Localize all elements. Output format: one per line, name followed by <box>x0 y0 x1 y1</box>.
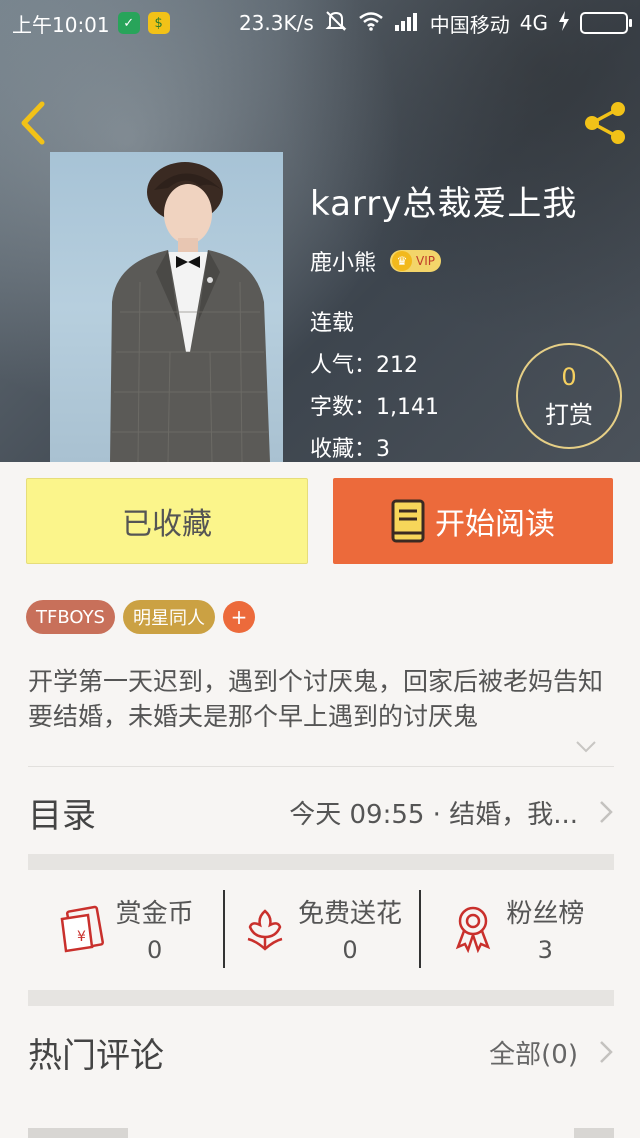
start-reading-button[interactable]: 开始阅读 <box>333 478 613 564</box>
vip-label: VIP <box>416 254 435 268</box>
favorited-button[interactable]: 已收藏 <box>26 478 308 564</box>
toc-title: 目录 <box>28 795 96 836</box>
latest-chapter: 今天 09:55 · 结婚，我... <box>289 799 578 830</box>
stat-coins[interactable]: ¥ 赏金币 0 <box>28 880 223 976</box>
flower-icon <box>247 909 283 951</box>
stat-coins-value: 0 <box>147 935 163 964</box>
favorited-label: 已收藏 <box>122 507 212 542</box>
stat-coins-label: 赏金币 <box>115 898 194 929</box>
stat-flowers[interactable]: 免费送花 0 <box>223 880 418 976</box>
tag-list: TFBOYS 明星同人 + <box>26 600 255 634</box>
chevron-right-icon <box>600 1041 613 1063</box>
medal-icon <box>456 906 491 953</box>
status-bar: 上午10:01 ✓ $ 23.3K/s 中国移动 4G <box>0 0 640 46</box>
serial-status: 连载 <box>310 311 355 336</box>
svg-text:¥: ¥ <box>77 929 86 945</box>
all-comments-link[interactable]: 全部(0) <box>489 1034 578 1071</box>
red-envelope-icon: ¥ <box>60 905 104 953</box>
reward-button[interactable]: 0 打赏 <box>516 343 622 449</box>
chevron-right-icon <box>600 801 613 823</box>
reward-count: 0 <box>561 363 577 391</box>
crown-icon: ♛ <box>392 251 413 271</box>
divider <box>28 766 614 767</box>
reward-label: 打赏 <box>545 401 593 429</box>
start-reading-label: 开始阅读 <box>435 507 555 542</box>
book-header: 上午10:01 ✓ $ 23.3K/s 中国移动 4G karry总裁爱上我 鹿… <box>0 0 640 462</box>
hot-comments-header[interactable]: 热门评论 全部(0) <box>28 1010 614 1094</box>
share-icon[interactable] <box>580 100 630 146</box>
signal-icon <box>394 11 420 36</box>
app-notification-icon: $ <box>147 12 170 34</box>
table-of-contents-row[interactable]: 目录 今天 09:55 · 结婚，我... <box>28 770 614 854</box>
book-title: karry总裁爱上我 <box>310 184 578 224</box>
network-type: 4G <box>519 11 548 35</box>
stats-row: ¥ 赏金币 0 免费送花 0 粉丝榜 3 <box>28 880 614 976</box>
author-name[interactable]: 鹿小熊 <box>310 245 376 277</box>
book-description[interactable]: 开学第一天迟到，遇到个讨厌鬼，回家后被老妈告知要结婚，未婚夫是那个早上遇到的讨厌… <box>28 664 614 734</box>
charging-icon <box>558 10 570 36</box>
carrier-name: 中国移动 <box>429 12 510 37</box>
mute-icon <box>324 10 348 37</box>
cover-illustration <box>110 162 270 462</box>
section-separator <box>28 990 614 1006</box>
stat-fans[interactable]: 粉丝榜 3 <box>418 880 614 976</box>
network-speed: 23.3K/s <box>238 11 314 35</box>
status-time: 上午10:01 <box>12 12 110 37</box>
stat-fans-label: 粉丝榜 <box>506 898 585 929</box>
next-section-peek <box>28 1128 614 1138</box>
book-cover[interactable] <box>50 152 283 462</box>
hot-comments-title: 热门评论 <box>28 1035 164 1076</box>
stat-fans-value: 3 <box>537 935 553 964</box>
wifi-icon <box>358 11 384 36</box>
shield-icon: ✓ <box>117 12 140 34</box>
chevron-down-icon[interactable] <box>574 738 598 756</box>
book-icon <box>391 499 425 543</box>
stat-flowers-value: 0 <box>342 935 358 964</box>
battery-icon <box>580 12 632 34</box>
stat-flowers-label: 免费送花 <box>297 898 402 929</box>
back-arrow-icon[interactable] <box>14 98 54 148</box>
tag-tfboys[interactable]: TFBOYS <box>26 600 115 634</box>
add-tag-button[interactable]: + <box>223 601 255 633</box>
vip-badge: ♛ VIP <box>390 250 441 272</box>
tag-star-fanfic[interactable]: 明星同人 <box>123 600 215 634</box>
section-separator <box>28 854 614 870</box>
